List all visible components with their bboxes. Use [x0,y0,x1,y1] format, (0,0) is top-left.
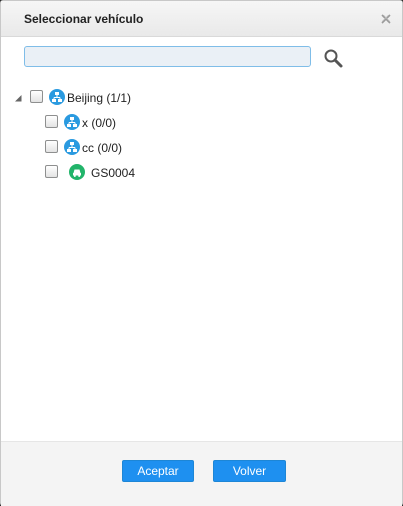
tree-node-label[interactable]: cc (0/0) [82,141,122,155]
expand-collapse-icon[interactable] [14,92,23,102]
close-icon[interactable] [380,13,392,25]
back-button[interactable]: Volver [213,460,286,482]
checkbox-gs0004[interactable] [45,165,58,178]
tree-node-label[interactable]: Beijing (1/1) [67,91,131,105]
tree-node-cc: cc (0/0) [1,135,402,155]
tree-node-x: x (0/0) [1,110,402,130]
checkbox-x[interactable] [45,115,58,128]
group-network-icon [49,89,65,105]
tree-node-beijing: Beijing (1/1) [1,85,402,105]
tree-node-label[interactable]: GS0004 [91,166,135,180]
dialog-footer: Aceptar Volver [1,441,402,506]
checkbox-cc[interactable] [45,140,58,153]
dialog-title: Seleccionar vehículo [24,12,144,26]
tree-node-gs0004: GS0004 [1,160,402,180]
vehicle-online-icon [69,164,85,180]
checkbox-beijing[interactable] [30,90,43,103]
group-network-icon [64,139,80,155]
accept-button[interactable]: Aceptar [122,460,194,482]
search-icon[interactable] [322,47,344,69]
tree-node-label[interactable]: x (0/0) [82,116,116,130]
search-input[interactable] [24,46,311,67]
select-vehicle-dialog: Seleccionar vehículo Beijing (1/1) x (0/… [0,0,403,506]
group-network-icon [64,114,80,130]
dialog-header: Seleccionar vehículo [1,1,402,37]
